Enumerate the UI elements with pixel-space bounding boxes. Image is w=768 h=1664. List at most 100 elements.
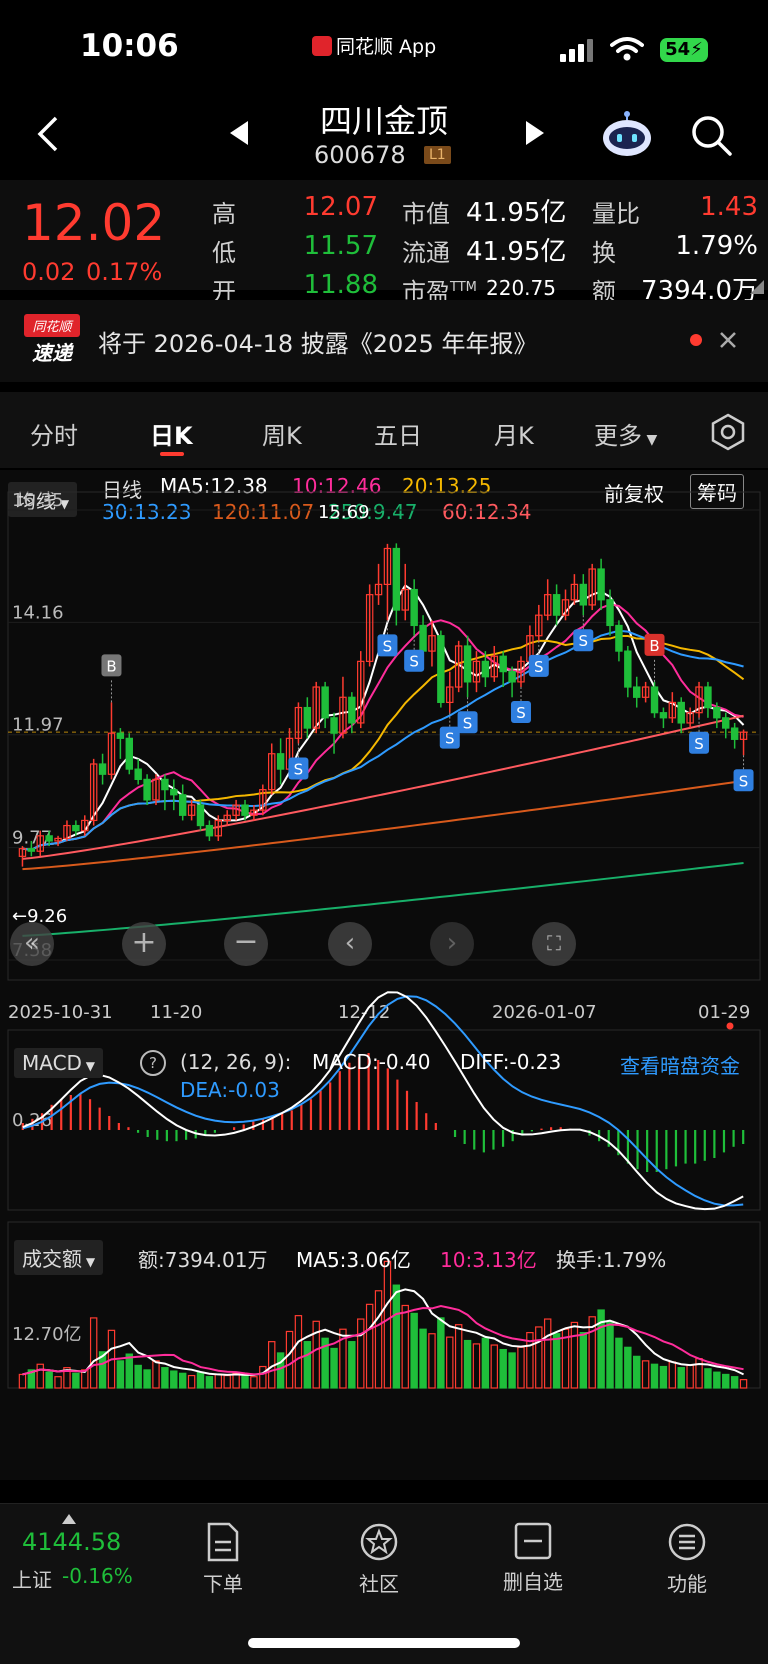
current-price: 12.02 <box>22 194 166 252</box>
status-time: 10:06 <box>80 28 179 64</box>
volume-bar-down <box>348 1341 356 1389</box>
rewind-icon[interactable]: « <box>10 922 54 966</box>
turnover-label: 换 <box>592 239 616 267</box>
volume-bar-up <box>374 1290 383 1389</box>
volume-bar-up <box>152 1360 160 1389</box>
signal-label: S <box>534 658 544 676</box>
macd-selector[interactable]: MACD ▼ <box>14 1048 103 1078</box>
index-value[interactable]: 4144.58 <box>22 1528 121 1556</box>
volume-bar-up <box>668 1361 677 1389</box>
candle-down <box>276 753 285 770</box>
volume-bar-down <box>659 1365 668 1389</box>
help-icon[interactable]: ? <box>140 1050 166 1076</box>
scroll-left-icon[interactable]: ‹ <box>328 922 372 966</box>
zoom-out-icon[interactable]: − <box>224 922 268 966</box>
signal-icon <box>560 39 593 62</box>
volume-turnover: 换手:1.79% <box>556 1248 667 1272</box>
candle-down <box>704 686 712 709</box>
tab-more[interactable]: 更多 ▼ <box>594 416 657 451</box>
volume-bar-up <box>259 1365 267 1389</box>
volume-bar-down <box>410 1312 418 1389</box>
candle-down <box>624 650 632 688</box>
candle-down <box>348 696 356 724</box>
volume-bar-down <box>437 1317 445 1389</box>
high-price-label: 15.69 <box>318 502 370 523</box>
order-button[interactable]: 下单 <box>168 1522 278 1597</box>
x-tick-label: 11-20 <box>150 1002 202 1023</box>
unread-dot <box>690 334 702 346</box>
volume-selector[interactable]: 成交额 ▼ <box>14 1240 104 1275</box>
candle-down <box>392 547 401 611</box>
caret-down-icon: ▼ <box>82 1255 96 1269</box>
candle-down <box>677 701 685 724</box>
volume-bar-down <box>633 1355 641 1389</box>
candle-down <box>170 789 178 796</box>
volume-bar-down <box>72 1372 80 1389</box>
community-star-icon <box>360 1523 398 1561</box>
community-button[interactable]: 社区 <box>324 1522 434 1597</box>
tab-more-label: 更多 <box>594 422 642 450</box>
tab-weekly[interactable]: 周K <box>262 416 302 451</box>
next-stock-icon[interactable] <box>522 118 548 148</box>
status-bar: 10:06 同花顺 App 54⚡ <box>0 0 768 90</box>
diff-line <box>22 991 744 1211</box>
candle-down <box>27 848 36 852</box>
volume-bar-up <box>446 1336 454 1389</box>
search-icon[interactable] <box>690 114 734 158</box>
volume-ma10: 10:3.13亿 <box>440 1248 537 1272</box>
close-icon[interactable] <box>718 330 738 350</box>
volume-bar-down <box>125 1353 133 1389</box>
candle-down <box>410 588 418 627</box>
battery-level: 54 <box>665 39 691 60</box>
candle-down <box>579 583 588 606</box>
volume-bar-down <box>419 1328 427 1389</box>
market-cap-value: 41.95亿 <box>466 198 567 228</box>
home-indicator <box>248 1638 520 1648</box>
functions-button[interactable]: 功能 <box>632 1522 742 1597</box>
x-tick-label: 2026-01-07 <box>492 1002 597 1023</box>
tab-intraday[interactable]: 分时 <box>30 416 78 451</box>
candle-down <box>143 778 151 801</box>
robot-assistant-icon[interactable] <box>600 110 654 158</box>
zoom-in-icon[interactable]: + <box>122 922 166 966</box>
dea-line <box>22 995 744 1207</box>
express-badge-bottom: 速递 <box>32 341 72 365</box>
volume-bar-down <box>303 1341 312 1389</box>
low-value: 11.57 <box>303 231 378 261</box>
scroll-right-icon[interactable]: › <box>430 922 474 966</box>
candle-down <box>508 671 516 683</box>
pe-ttm-sup: TTM <box>450 280 477 295</box>
notice-banner[interactable]: 同花顺 速递 将于 2026-04-18 披露《2025 年年报》 <box>0 300 768 382</box>
signal-label: S <box>445 730 455 748</box>
order-label: 下单 <box>203 1572 243 1596</box>
x-tick-label: 01-29 <box>698 1002 750 1023</box>
tab-monthly[interactable]: 月K <box>494 416 534 451</box>
signal-label: B <box>649 637 659 655</box>
volume-bar-down <box>508 1352 516 1389</box>
candle-down <box>98 763 107 775</box>
dark-pool-link[interactable]: 查看暗盘资金 <box>620 1050 740 1079</box>
tab-five-day[interactable]: 五日 <box>374 416 422 451</box>
candle-down <box>72 824 80 832</box>
candle-down <box>606 599 614 627</box>
fullscreen-icon[interactable]: ⛶ <box>532 922 576 966</box>
volume-bar-up <box>383 1260 392 1389</box>
candle-down <box>437 635 445 704</box>
tab-daily[interactable]: 日K <box>150 416 193 451</box>
low-label: 低 <box>212 239 236 267</box>
settings-hexagon-icon[interactable] <box>708 412 748 452</box>
functions-label: 功能 <box>667 1572 707 1596</box>
y-tick-label: 16.35 <box>12 490 64 511</box>
volume-bar-up <box>18 1373 27 1389</box>
volume-bar-up <box>365 1303 374 1389</box>
signal-label: B <box>106 657 116 675</box>
date-marker-dot <box>726 1022 734 1030</box>
active-tab-indicator <box>160 452 184 456</box>
kline-chart-svg[interactable]: 16.3514.1611.979.777.58BSSSSSSSSBSS15.69… <box>0 470 768 1480</box>
minus-square-icon <box>514 1522 552 1560</box>
candle-down <box>650 686 659 714</box>
remove-watchlist-button[interactable]: 删自选 <box>478 1522 588 1595</box>
volume-bar-up <box>54 1376 62 1389</box>
expand-corner-icon[interactable] <box>750 280 764 294</box>
caret-up-icon <box>62 1514 76 1524</box>
